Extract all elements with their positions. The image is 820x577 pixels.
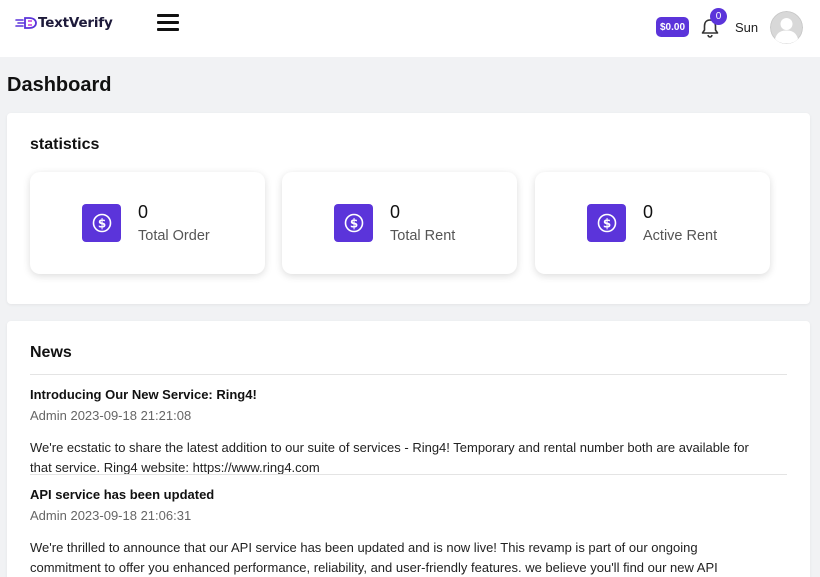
top-navbar: TextVerify $0.00 0 Sun [0,0,820,57]
brand-logo[interactable]: TextVerify [15,13,113,33]
stat-active-rent: $ 0 Active Rent [535,172,770,274]
statistics-card: statistics $ 0 Total Order $ 0 Total Ren… [7,113,810,304]
dollar-icon: $ [334,204,373,242]
logo-mark-icon [15,17,37,29]
hamburger-line [157,14,179,17]
news-item-meta: Admin 2023-09-18 21:06:31 [30,508,192,523]
statistics-title: statistics [30,136,100,153]
news-item-title[interactable]: API service has been updated [30,487,770,502]
stat-label: Active Rent [643,228,718,244]
news-item: Introducing Our New Service: Ring4! Admi… [30,387,770,478]
stat-value: 0 [138,202,149,222]
hamburger-line [157,21,179,24]
svg-text:$: $ [97,216,105,230]
stat-value: 0 [643,202,654,222]
dollar-icon: $ [82,204,121,242]
dollar-icon: $ [587,204,626,242]
stat-total-order: $ 0 Total Order [30,172,265,274]
svg-text:$: $ [602,216,610,230]
news-item-meta: Admin 2023-09-18 21:21:08 [30,408,192,423]
page-title: Dashboard [7,74,112,96]
avatar[interactable] [770,11,803,44]
balance-badge[interactable]: $0.00 [656,17,689,37]
news-item-body: We're ecstatic to share the latest addit… [30,440,749,475]
brand-name: TextVerify [38,15,113,31]
svg-text:$: $ [349,216,357,230]
divider [30,374,787,375]
hamburger-line [157,28,179,31]
stat-value: 0 [390,202,401,222]
stat-total-rent: $ 0 Total Rent [282,172,517,274]
news-item: API service has been updated Admin 2023-… [30,487,770,577]
notification-count-badge: 0 [710,8,727,25]
news-item-title[interactable]: Introducing Our New Service: Ring4! [30,387,770,402]
divider [30,474,787,475]
news-title: News [30,344,72,361]
news-card: News Introducing Our New Service: Ring4!… [7,321,810,577]
stat-label: Total Order [138,228,210,244]
news-item-body: We're thrilled to announce that our API … [30,540,718,575]
username-label[interactable]: Sun [735,20,758,35]
menu-toggle-button[interactable] [157,14,179,32]
stat-label: Total Rent [390,228,456,244]
